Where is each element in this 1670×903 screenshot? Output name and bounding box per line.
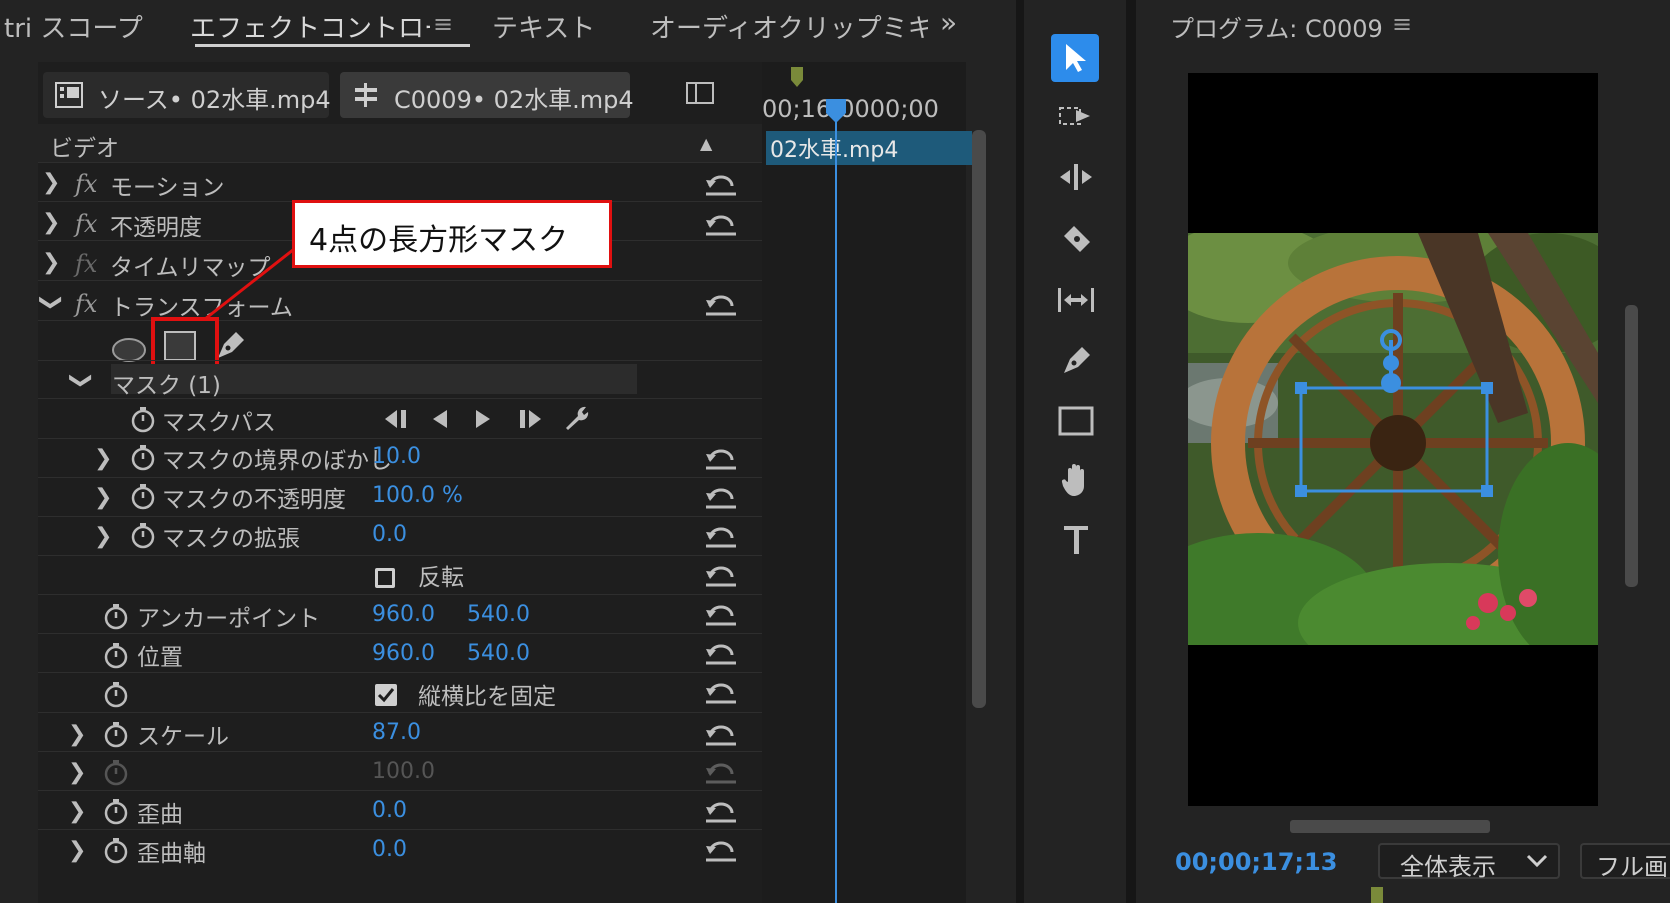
callout-box: 4点の長方形マスク	[292, 200, 612, 268]
callout-arrow	[204, 244, 299, 321]
callout-text: 4点の長方形マスク	[309, 223, 569, 258]
